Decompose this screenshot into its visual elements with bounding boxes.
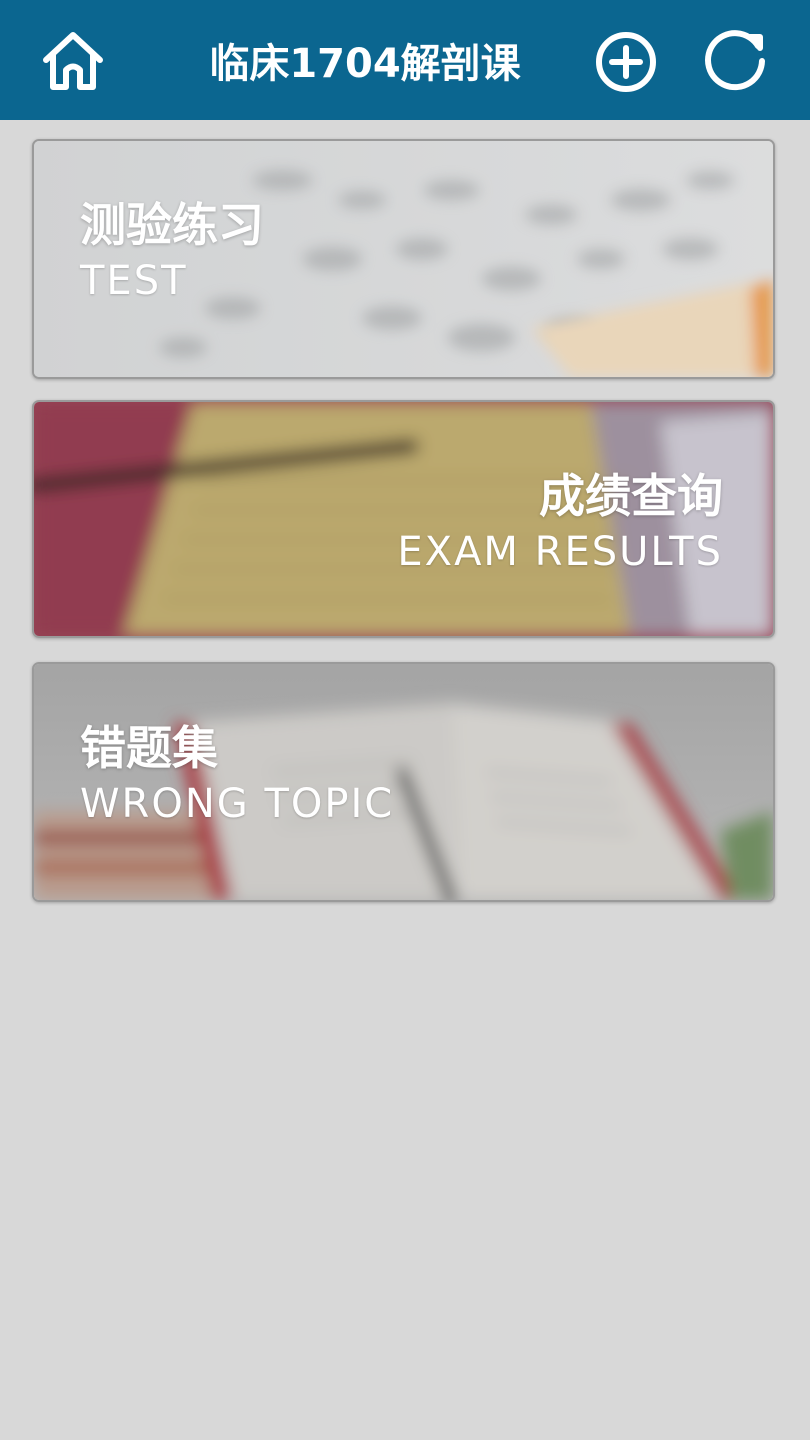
card-title-en: WRONG TOPIC <box>80 781 395 827</box>
menu-card-wrong-topic[interactable]: 错题集 WRONG TOPIC <box>32 662 775 902</box>
home-icon <box>43 32 103 90</box>
card-title-cn: 错题集 <box>80 721 218 775</box>
card-title-cn: 测验练习 <box>80 198 264 252</box>
add-button[interactable] <box>590 26 660 96</box>
app-header: 临床1704解剖课 <box>0 0 810 120</box>
refresh-button[interactable] <box>700 26 770 96</box>
home-button[interactable] <box>38 26 108 96</box>
menu-card-exam-results[interactable]: 成绩查询 EXAM RESULTS <box>32 400 775 638</box>
card-title-en: EXAM RESULTS <box>397 529 723 575</box>
card-title-en: TEST <box>80 258 188 304</box>
page-title: 临床1704解剖课 <box>209 41 521 87</box>
menu-card-test[interactable]: 测验练习 TEST <box>32 139 775 379</box>
refresh-icon <box>705 30 765 91</box>
plus-circle-icon <box>596 32 656 92</box>
card-title-cn: 成绩查询 <box>539 469 723 523</box>
